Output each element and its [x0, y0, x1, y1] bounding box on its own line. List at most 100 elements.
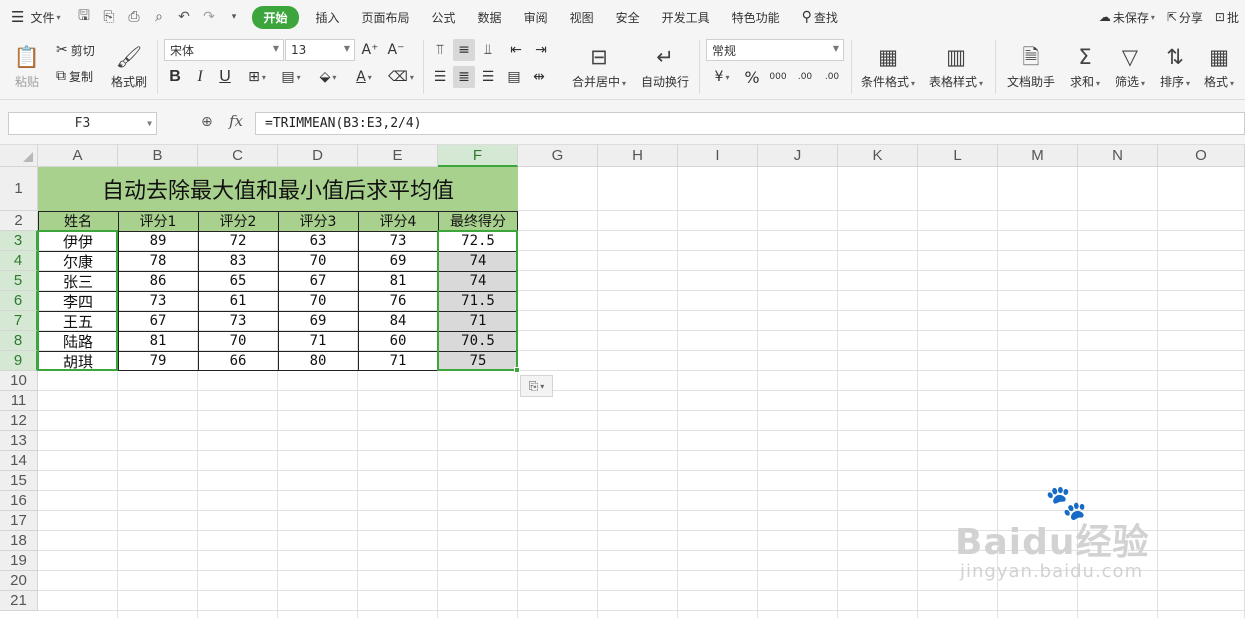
table-cell[interactable]: 76 [358, 291, 438, 311]
print-icon[interactable]: ⎙ [121, 0, 146, 34]
tab-review[interactable]: 审阅 [513, 0, 559, 34]
column-header-l[interactable]: L [918, 145, 998, 167]
tab-home[interactable]: 开始 [252, 0, 299, 34]
wrap-text-button[interactable]: ↵ 自动换行 [637, 39, 693, 95]
align-center-icon[interactable]: ≣ [453, 66, 475, 88]
column-header-n[interactable]: N [1078, 145, 1158, 167]
cut-button[interactable]: ✂ 剪切 [56, 39, 95, 61]
result-cell[interactable]: 75 [438, 351, 518, 371]
font-color-icon[interactable]: A ▾ [349, 66, 379, 88]
table-header-cell[interactable]: 评分2 [198, 211, 278, 231]
tab-developer[interactable]: 开发工具 [651, 0, 721, 34]
table-cell[interactable]: 80 [278, 351, 358, 371]
decrease-decimal-button[interactable]: .00 [820, 66, 844, 88]
row-header-8[interactable]: 8 [0, 331, 38, 351]
indent-icon[interactable]: ⇥ [530, 39, 552, 61]
bold-button[interactable]: B [164, 66, 186, 88]
border-icon[interactable]: ⊞ ▾ [243, 66, 271, 88]
filter-button[interactable]: ▽ 筛选 ▾ [1110, 39, 1150, 95]
row-header-9[interactable]: 9 [0, 351, 38, 371]
table-cell[interactable]: 78 [118, 251, 198, 271]
table-cell[interactable]: 69 [278, 311, 358, 331]
table-cell[interactable]: 83 [198, 251, 278, 271]
tab-insert[interactable]: 插入 [305, 0, 351, 34]
zoom-function-icon[interactable]: ⊕ [201, 114, 213, 130]
table-cell[interactable]: 70 [278, 251, 358, 271]
column-header-f[interactable]: F [438, 145, 518, 167]
result-cell[interactable]: 71 [438, 311, 518, 331]
distributed-align-icon[interactable]: ⇹ [528, 66, 550, 88]
table-cell[interactable]: 84 [358, 311, 438, 331]
print-preview-icon[interactable]: ⌕ [146, 0, 171, 34]
table-cell[interactable]: 67 [118, 311, 198, 331]
percent-button[interactable]: % [741, 66, 763, 88]
column-header-h[interactable]: H [598, 145, 678, 167]
table-header-cell[interactable]: 评分3 [278, 211, 358, 231]
row-header-1[interactable]: 1 [0, 167, 38, 211]
outdent-icon[interactable]: ⇤ [505, 39, 527, 61]
copy-button[interactable]: ⧉ 复制 [56, 65, 93, 87]
sheet-title-cell[interactable]: 自动去除最大值和最小值后求平均值 [38, 167, 518, 211]
row-header-5[interactable]: 5 [0, 271, 38, 291]
tab-page-layout[interactable]: 页面布局 [351, 0, 421, 34]
row-header-6[interactable]: 6 [0, 291, 38, 311]
result-cell[interactable]: 72.5 [438, 231, 518, 251]
table-style-button[interactable]: ▥ 表格样式 ▾ [924, 39, 988, 95]
insert-function-button[interactable]: fx [229, 112, 243, 130]
table-cell[interactable]: 63 [278, 231, 358, 251]
comment-button[interactable]: ⊡ 批 [1209, 0, 1245, 34]
align-left-icon[interactable]: ☰ [429, 66, 451, 88]
column-header-o[interactable]: O [1158, 145, 1245, 167]
table-cell[interactable]: 尔康 [38, 251, 118, 271]
table-cell[interactable]: 胡琪 [38, 351, 118, 371]
column-header-m[interactable]: M [998, 145, 1078, 167]
align-right-icon[interactable]: ☰ [477, 66, 499, 88]
row-header-2[interactable]: 2 [0, 211, 38, 231]
table-cell[interactable]: 72 [198, 231, 278, 251]
select-all-corner[interactable] [0, 145, 38, 167]
table-cell[interactable]: 86 [118, 271, 198, 291]
export-icon[interactable]: ⎘ [96, 0, 121, 34]
table-cell[interactable]: 71 [278, 331, 358, 351]
table-cell[interactable]: 66 [198, 351, 278, 371]
table-cell[interactable]: 71 [358, 351, 438, 371]
fill-color-icon[interactable]: ⬙ ▾ [313, 66, 343, 88]
file-menu[interactable]: ☰ 文件 ▾ [0, 0, 71, 34]
table-cell[interactable]: 81 [358, 271, 438, 291]
column-header-k[interactable]: K [838, 145, 918, 167]
tab-formulas[interactable]: 公式 [421, 0, 467, 34]
justify-icon[interactable]: ▤ [503, 66, 525, 88]
currency-icon[interactable]: ¥ ▾ [707, 66, 737, 88]
table-cell[interactable]: 81 [118, 331, 198, 351]
paste-button[interactable]: 📋 粘贴 [8, 39, 46, 95]
unsaved-button[interactable]: ☁ 未保存 ▾ [1093, 0, 1161, 34]
row-header-19[interactable]: 19 [0, 551, 38, 571]
decrease-font-icon[interactable]: A⁻ [385, 39, 407, 61]
row-header-3[interactable]: 3 [0, 231, 38, 251]
formula-input[interactable]: =TRIMMEAN(B3:E3,2/4) [255, 112, 1245, 135]
tab-data[interactable]: 数据 [467, 0, 513, 34]
cell-style-icon[interactable]: ▤ ▾ [277, 66, 305, 88]
table-cell[interactable]: 89 [118, 231, 198, 251]
table-cell[interactable]: 70 [278, 291, 358, 311]
table-cell[interactable]: 65 [198, 271, 278, 291]
column-header-i[interactable]: I [678, 145, 758, 167]
result-cell[interactable]: 74 [438, 251, 518, 271]
increase-decimal-button[interactable]: .00 [793, 66, 817, 88]
name-box[interactable]: F3 ▼ [8, 112, 157, 135]
table-header-cell[interactable]: 评分4 [358, 211, 438, 231]
column-header-b[interactable]: B [118, 145, 198, 167]
table-header-cell[interactable]: 姓名 [38, 211, 118, 231]
tab-view[interactable]: 视图 [559, 0, 605, 34]
column-header-c[interactable]: C [198, 145, 278, 167]
row-header-21[interactable]: 21 [0, 591, 38, 611]
search-button[interactable]: ⚲ 查找 [791, 0, 849, 34]
column-header-a[interactable]: A [38, 145, 118, 167]
column-header-j[interactable]: J [758, 145, 838, 167]
share-button[interactable]: ⇱ 分享 [1161, 0, 1209, 34]
quick-access-more-icon[interactable]: ▾ [221, 0, 246, 34]
font-name-select[interactable]: 宋体 ▼ [164, 39, 284, 61]
row-header-10[interactable]: 10 [0, 371, 38, 391]
format-painter-button[interactable]: 🖌 格式刷 [108, 39, 150, 95]
table-cell[interactable]: 61 [198, 291, 278, 311]
